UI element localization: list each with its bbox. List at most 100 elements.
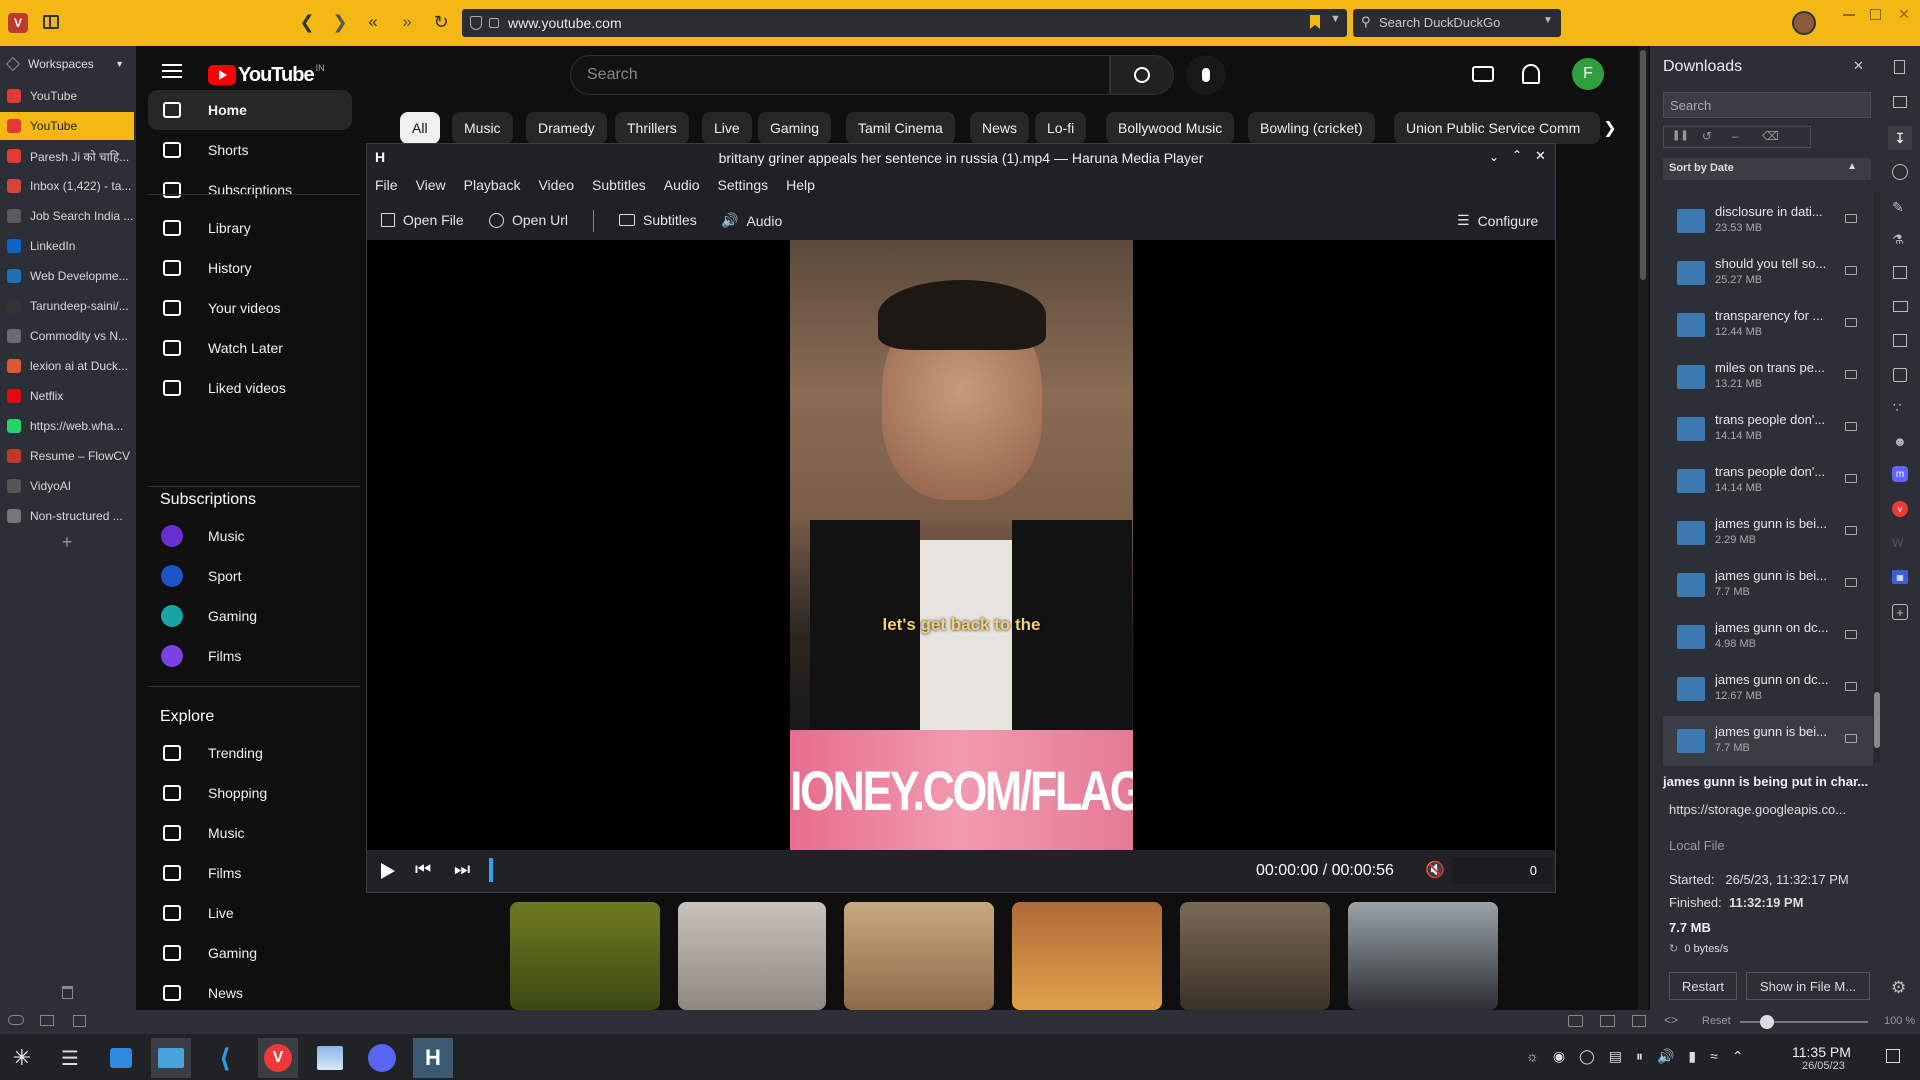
video-thumbnail[interactable] — [510, 902, 660, 1010]
folder-icon[interactable] — [1845, 630, 1857, 639]
filter-chip[interactable]: Bowling (cricket) — [1248, 112, 1375, 144]
close-icon[interactable]: ✕ — [1853, 58, 1864, 74]
address-bar[interactable]: www.youtube.com ▼ — [462, 9, 1347, 37]
mute-icon[interactable]: 🔇 — [1425, 860, 1445, 880]
video-thumbnail[interactable] — [1012, 902, 1162, 1010]
open-file-button[interactable]: Open File — [381, 212, 464, 228]
sidebar-item[interactable]: Library — [148, 208, 352, 248]
store-icon[interactable] — [101, 1038, 141, 1078]
notes-icon[interactable]: ✎ — [1892, 199, 1904, 216]
skip-next-icon[interactable]: ⏭ — [454, 859, 470, 880]
panel-tab[interactable]: Job Search India ... — [0, 202, 134, 230]
contacts-icon[interactable]: ☻ — [1893, 434, 1907, 449]
account-avatar[interactable]: F — [1572, 58, 1604, 90]
reload-icon[interactable]: ↻ — [430, 11, 452, 33]
sidebar-item[interactable]: Live — [148, 893, 352, 933]
create-icon[interactable] — [1472, 66, 1494, 82]
capture-icon[interactable] — [1568, 1015, 1583, 1027]
back-icon[interactable]: ❮ — [297, 11, 317, 33]
close-icon[interactable]: ✕ — [1896, 6, 1912, 22]
battery-icon[interactable]: ▮ — [1688, 1048, 1696, 1068]
tasks-icon[interactable] — [1893, 368, 1907, 382]
chevron-right-icon[interactable]: ❯ — [1596, 114, 1624, 142]
history-icon[interactable] — [1892, 164, 1908, 180]
volume-icon[interactable]: 🔊 — [1657, 1048, 1674, 1068]
sidebar-item[interactable]: Gaming — [148, 933, 352, 973]
download-item[interactable]: james gunn on dc... 4.98 MB — [1663, 612, 1873, 662]
sort-header[interactable]: Sort by Date ▲ — [1663, 158, 1871, 180]
sidebar-item[interactable]: Films — [148, 636, 352, 676]
subtitles-button[interactable]: Subtitles — [619, 212, 697, 228]
sidebar-item[interactable]: Watch Later — [148, 328, 352, 368]
configure-button[interactable]: ☰ Configure — [1457, 212, 1538, 229]
search-button[interactable] — [1110, 55, 1174, 95]
show-desktop-icon[interactable] — [1886, 1049, 1900, 1063]
download-item[interactable]: trans people don'... 14.14 MB — [1663, 404, 1873, 454]
vivaldi-menu-icon[interactable]: V — [8, 13, 28, 33]
search-engine-field[interactable]: ⚲ Search DuckDuckGo ▼ — [1353, 9, 1561, 37]
download-item[interactable]: transparency for ... 12.44 MB — [1663, 300, 1873, 350]
discord-tray-icon[interactable]: ◉ — [1553, 1048, 1565, 1068]
download-item[interactable]: miles on trans pe... 13.21 MB — [1663, 352, 1873, 402]
tray-expand-icon[interactable]: ⌃ — [1732, 1048, 1744, 1068]
workspaces-button[interactable]: Workspaces ▼ — [6, 54, 130, 74]
sidebar-item[interactable]: History — [148, 248, 352, 288]
download-item[interactable]: james gunn is bei... 7.7 MB — [1663, 560, 1873, 610]
panel-tab[interactable]: Netflix — [0, 382, 134, 410]
panel-toggle-icon[interactable] — [43, 15, 59, 29]
new-tab-icon[interactable]: + — [58, 532, 76, 552]
bookmarks-icon[interactable] — [1894, 60, 1905, 74]
sidebar-item[interactable]: Trending — [148, 733, 352, 773]
sidebar-item[interactable]: Music — [148, 516, 352, 556]
panel-tab[interactable]: https://web.wha... — [0, 412, 134, 440]
minimize-icon[interactable] — [1843, 14, 1855, 16]
search-input[interactable]: Search — [570, 55, 1110, 95]
sidebar-item[interactable]: Liked videos — [148, 368, 352, 408]
folder-icon[interactable] — [1845, 734, 1857, 743]
calendar-alt-icon[interactable] — [1893, 334, 1907, 347]
video-thumbnail[interactable] — [844, 902, 994, 1010]
folder-icon[interactable] — [1845, 474, 1857, 483]
menu-item[interactable]: Help — [786, 177, 815, 197]
haruna-icon[interactable]: H — [413, 1038, 453, 1078]
image-viewer-icon[interactable] — [310, 1038, 350, 1078]
sidebar-item[interactable]: News — [148, 973, 352, 1013]
maximize-icon[interactable]: ⌃ — [1512, 148, 1522, 162]
vivaldi-browser-icon[interactable]: V — [258, 1038, 298, 1078]
video-area[interactable]: let's get back to the IONEY.COM/FLAGR — [367, 240, 1555, 850]
add-panel-icon[interactable]: + — [1892, 604, 1908, 620]
folder-icon[interactable] — [1845, 578, 1857, 587]
page-scrollbar[interactable] — [1638, 46, 1648, 1010]
vpn-icon[interactable]: ◯ — [1579, 1048, 1595, 1068]
zoom-reset[interactable]: Reset — [1702, 1015, 1731, 1027]
sidebar-item[interactable]: Music — [148, 813, 352, 853]
settings-gear-icon[interactable]: ⚙ — [1891, 978, 1906, 998]
panel-tab[interactable]: Inbox (1,422) - ta... — [0, 172, 134, 200]
remove-icon[interactable]: – — [1732, 129, 1739, 143]
notifications-bell-icon[interactable] — [1522, 64, 1540, 84]
panel-tab[interactable]: YouTube — [0, 82, 134, 110]
clock-time[interactable]: 11:35 PM — [1792, 1044, 1851, 1060]
panel-tab[interactable]: VidyoAI — [0, 472, 134, 500]
filter-chip[interactable]: Music — [452, 112, 513, 144]
folder-icon[interactable] — [1845, 422, 1857, 431]
hamburger-icon[interactable] — [162, 64, 182, 78]
folder-icon[interactable] — [1845, 318, 1857, 327]
youtube-logo[interactable]: YouTube IN — [208, 63, 325, 87]
mail-status-icon[interactable] — [40, 1015, 54, 1026]
restart-icon[interactable]: ↺ — [1702, 129, 1712, 143]
panel-tab[interactable]: Non-structured ... — [0, 502, 134, 530]
filter-chip[interactable]: Thrillers — [615, 112, 689, 144]
folder-icon[interactable] — [1845, 682, 1857, 691]
restore-icon[interactable] — [1870, 9, 1881, 20]
shield-icon[interactable] — [470, 16, 482, 30]
menu-item[interactable]: View — [416, 177, 446, 197]
pause-icon[interactable]: ❚❚ — [1672, 130, 1689, 141]
feeds-icon[interactable]: ∵ — [1893, 400, 1901, 416]
zoom-slider[interactable] — [1740, 1015, 1868, 1029]
chevron-down-icon[interactable]: ▼ — [1330, 13, 1341, 25]
filter-chip[interactable]: Lo-fi — [1035, 112, 1087, 144]
filter-chip[interactable]: Dramedy — [526, 112, 607, 144]
download-item[interactable]: james gunn is bei... 2.29 MB — [1663, 508, 1873, 558]
filter-chip[interactable]: All — [400, 112, 440, 144]
